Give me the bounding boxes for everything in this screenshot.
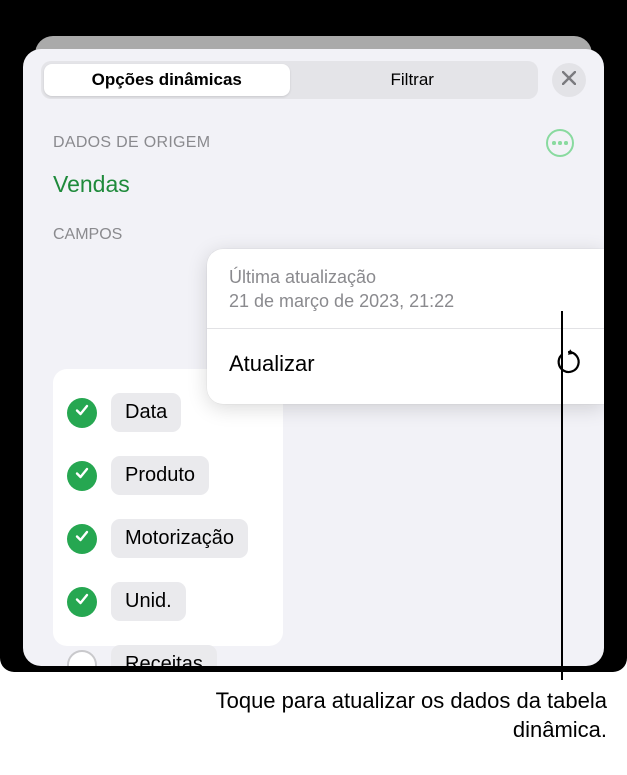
tab-segmented-control: Opções dinâmicas Filtrar xyxy=(41,61,538,99)
last-update-label: Última atualização xyxy=(229,265,582,289)
field-label: Receitas xyxy=(125,653,203,666)
field-label: Unid. xyxy=(125,590,172,612)
refresh-row[interactable]: Atualizar xyxy=(207,329,604,404)
checkmark-icon xyxy=(74,465,90,486)
field-row-receitas: Receitas xyxy=(67,633,269,666)
popover-info: Última atualização 21 de março de 2023, … xyxy=(207,249,604,329)
refresh-label: Atualizar xyxy=(229,351,315,377)
source-name[interactable]: Vendas xyxy=(23,163,604,216)
callout-text: Toque para atualizar os dados da tabela … xyxy=(200,687,607,744)
fields-section-title: CAMPOS xyxy=(23,216,604,252)
field-checkbox[interactable] xyxy=(67,650,97,667)
field-pill[interactable]: Receitas xyxy=(111,645,217,666)
field-row-motorizacao: Motorização xyxy=(67,507,269,570)
fields-list: Data Produto Motorização Unid. xyxy=(53,369,283,646)
tab-label: Filtrar xyxy=(391,70,434,90)
field-checkbox[interactable] xyxy=(67,587,97,617)
field-checkbox[interactable] xyxy=(67,461,97,491)
checkmark-icon xyxy=(74,591,90,612)
ellipsis-icon xyxy=(552,141,568,145)
callout-leader-line xyxy=(561,311,563,680)
field-row-produto: Produto xyxy=(67,444,269,507)
tab-filter[interactable]: Filtrar xyxy=(290,64,536,96)
field-label: Motorização xyxy=(125,527,234,549)
checkmark-icon xyxy=(74,402,90,423)
panel-header: Opções dinâmicas Filtrar xyxy=(23,49,604,111)
update-popover: Última atualização 21 de março de 2023, … xyxy=(207,249,604,404)
checkmark-icon xyxy=(74,528,90,549)
field-pill[interactable]: Data xyxy=(111,393,181,432)
field-row-unid: Unid. xyxy=(67,570,269,633)
source-section-title: DADOS DE ORIGEM xyxy=(53,134,210,152)
device-frame: Opções dinâmicas Filtrar DADOS DE ORIGEM… xyxy=(0,0,627,672)
close-icon xyxy=(562,71,576,90)
tab-label: Opções dinâmicas xyxy=(92,70,242,90)
refresh-icon xyxy=(556,349,582,380)
last-update-time: 21 de março de 2023, 21:22 xyxy=(229,289,582,313)
source-section-header: DADOS DE ORIGEM xyxy=(23,111,604,163)
field-label: Data xyxy=(125,401,167,423)
field-pill[interactable]: Motorização xyxy=(111,519,248,558)
source-more-button[interactable] xyxy=(546,129,574,157)
field-checkbox[interactable] xyxy=(67,524,97,554)
close-button[interactable] xyxy=(552,63,586,97)
field-checkbox[interactable] xyxy=(67,398,97,428)
field-pill[interactable]: Unid. xyxy=(111,582,186,621)
field-label: Produto xyxy=(125,464,195,486)
pivot-options-panel: Opções dinâmicas Filtrar DADOS DE ORIGEM… xyxy=(23,49,604,666)
field-pill[interactable]: Produto xyxy=(111,456,209,495)
tab-dynamic-options[interactable]: Opções dinâmicas xyxy=(44,64,290,96)
